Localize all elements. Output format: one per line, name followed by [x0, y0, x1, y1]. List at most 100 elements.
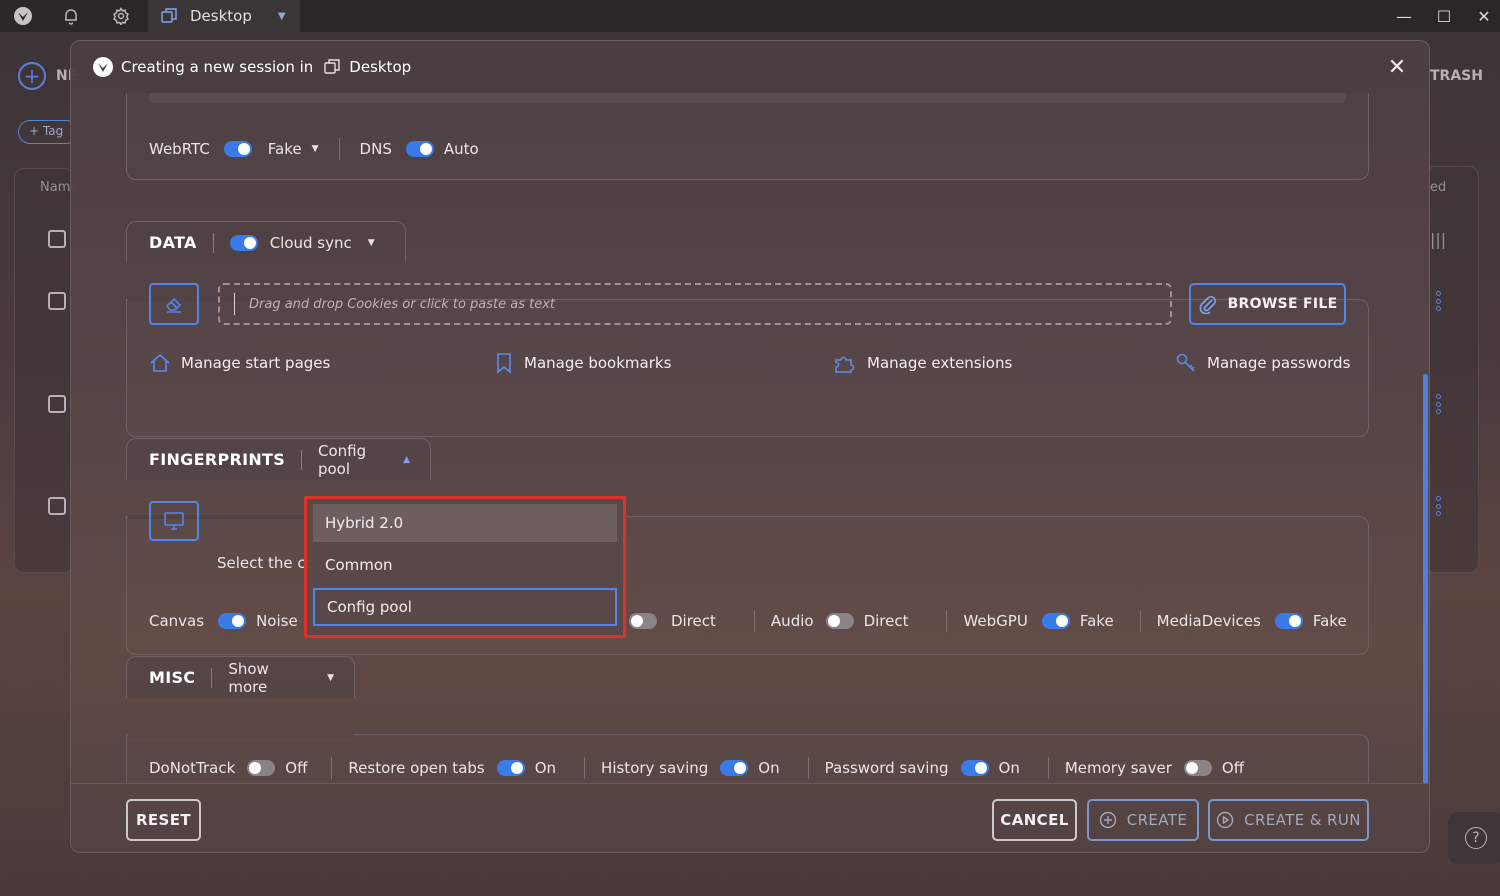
history-value: On	[758, 759, 780, 777]
chevron-up-icon[interactable]: ▲	[403, 455, 410, 465]
columns-icon[interactable]: |||	[1430, 230, 1446, 249]
memory-saver-label: Memory saver	[1064, 759, 1172, 777]
webrtc-toggle[interactable]	[223, 141, 252, 157]
fingerprint-mode-select[interactable]: Config pool	[318, 442, 393, 478]
webrtc-value[interactable]: Fake	[268, 140, 302, 158]
canvas-row: Canvas Noise	[149, 609, 298, 633]
webgpu-toggle[interactable]	[1041, 613, 1070, 629]
create-button[interactable]: CREATE	[1087, 799, 1199, 841]
row-checkbox[interactable]	[48, 497, 66, 515]
gear-icon[interactable]	[98, 0, 144, 32]
tag-filter-button[interactable]: + Tag	[18, 120, 78, 144]
audio-toggle[interactable]	[825, 613, 854, 629]
chevron-down-icon[interactable]: ▼	[278, 11, 286, 22]
dns-toggle[interactable]	[405, 141, 434, 157]
password-saving-label: Password saving	[824, 759, 949, 777]
webgpu-value: Fake	[1079, 612, 1114, 630]
manage-extensions-label: Manage extensions	[867, 354, 1013, 372]
manage-extensions-link[interactable]: Manage extensions	[833, 352, 1012, 374]
webgl-toggle[interactable]	[629, 613, 657, 629]
app-logo-icon[interactable]	[0, 0, 46, 32]
config-select-button[interactable]	[149, 501, 199, 541]
password-saving-toggle[interactable]	[960, 760, 989, 776]
clear-cookies-button[interactable]	[149, 283, 199, 325]
divider	[1139, 610, 1141, 632]
trash-label[interactable]: TRASH	[1430, 68, 1483, 84]
divider	[301, 449, 302, 470]
misc-toggles-row: DoNotTrack Off Restore open tabs On Hist…	[149, 756, 1244, 780]
row-checkbox[interactable]	[48, 395, 66, 413]
memory-saver-value: Off	[1221, 759, 1245, 777]
cancel-button[interactable]: CANCEL	[992, 799, 1077, 841]
manage-passwords-label: Manage passwords	[1207, 354, 1351, 372]
minimize-button[interactable]: —	[1384, 0, 1424, 32]
dns-label: DNS	[359, 140, 392, 158]
webrtc-label: WebRTC	[149, 140, 210, 158]
dropdown-option-hybrid[interactable]: Hybrid 2.0	[313, 504, 617, 542]
close-window-button[interactable]: ✕	[1464, 0, 1500, 32]
row-menu-icon[interactable]	[1435, 496, 1441, 516]
memory-saver-toggle[interactable]	[1183, 760, 1212, 776]
help-icon: ?	[1465, 827, 1487, 849]
chevron-down-icon[interactable]: ▼	[312, 144, 319, 154]
cookies-drop-placeholder: Drag and drop Cookies or click to paste …	[249, 296, 556, 312]
workspace-tab[interactable]: Desktop ▼	[148, 0, 300, 32]
monitor-icon	[164, 512, 184, 530]
dropdown-option-common[interactable]: Common	[313, 546, 617, 584]
title-bar: Desktop ▼ — ☐ ✕	[0, 0, 1500, 32]
puzzle-icon	[835, 356, 855, 373]
divider	[338, 138, 340, 160]
mediadevices-value: Fake	[1312, 612, 1347, 630]
restore-tabs-value: On	[534, 759, 557, 777]
cloud-sync-label[interactable]: Cloud sync	[270, 234, 352, 252]
app-logo-icon	[93, 57, 113, 77]
restore-tabs-toggle[interactable]	[496, 760, 525, 776]
manage-bookmarks-label: Manage bookmarks	[524, 354, 672, 372]
manage-passwords-link[interactable]: Manage passwords	[1175, 352, 1350, 374]
misc-section-title: MISC	[149, 668, 196, 687]
restore-tabs-label: Restore open tabs	[348, 759, 485, 777]
row-menu-icon[interactable]	[1435, 394, 1441, 414]
maximize-button[interactable]: ☐	[1424, 0, 1464, 32]
create-session-modal: Creating a new session in Desktop ✕ WebR…	[70, 40, 1430, 853]
help-button[interactable]: ?	[1448, 812, 1500, 864]
row-checkbox[interactable]	[48, 292, 66, 310]
network-row: WebRTC Fake ▼ DNS Auto	[149, 137, 479, 161]
paperclip-icon	[1199, 295, 1216, 314]
fingerprint-toggles-row: Direct Audio Direct WebGPU Fake MediaDev…	[629, 609, 1347, 633]
close-modal-button[interactable]: ✕	[1385, 55, 1409, 80]
select-config-label-row: Select the cc	[217, 551, 314, 575]
cloud-sync-toggle[interactable]	[229, 234, 258, 251]
bell-icon[interactable]	[48, 0, 94, 32]
dropdown-option-config-pool[interactable]: Config pool	[313, 588, 617, 626]
mediadevices-toggle[interactable]	[1274, 613, 1303, 629]
chevron-down-icon[interactable]: ▼	[368, 238, 375, 248]
manage-start-pages-label: Manage start pages	[181, 354, 331, 372]
new-session-icon[interactable]: +	[18, 62, 46, 90]
modal-scroll-area[interactable]: WebRTC Fake ▼ DNS Auto DATA Cloud sync ▼	[71, 93, 1429, 783]
manage-start-pages-link[interactable]: Manage start pages	[149, 352, 330, 374]
workspace-tab-label: Desktop	[190, 7, 252, 25]
modal-scrollbar[interactable]	[1423, 374, 1428, 784]
select-all-checkbox[interactable]	[48, 230, 66, 248]
row-menu-icon[interactable]	[1435, 291, 1441, 311]
history-toggle[interactable]	[720, 760, 749, 776]
tag-label: Tag	[42, 124, 64, 138]
chevron-down-icon[interactable]: ▼	[327, 673, 334, 683]
cookies-drop-zone[interactable]: Drag and drop Cookies or click to paste …	[218, 283, 1172, 325]
canvas-toggle[interactable]	[218, 613, 247, 629]
manage-bookmarks-link[interactable]: Manage bookmarks	[494, 352, 671, 374]
donottrack-value: Off	[285, 759, 308, 777]
donottrack-toggle[interactable]	[247, 760, 276, 776]
mediadevices-label: MediaDevices	[1156, 612, 1261, 630]
create-and-run-button[interactable]: CREATE & RUN	[1208, 799, 1369, 841]
reset-button[interactable]: RESET	[126, 799, 201, 841]
divider	[946, 610, 948, 632]
webgpu-label: WebGPU	[963, 612, 1028, 630]
show-more-toggle[interactable]: Show more	[228, 660, 311, 696]
browse-file-button[interactable]: BROWSE FILE	[1189, 283, 1346, 325]
data-section-tab: DATA Cloud sync ▼	[126, 221, 406, 263]
audio-value: Direct	[863, 612, 909, 630]
select-config-label: Select the cc	[217, 554, 314, 572]
donottrack-label: DoNotTrack	[149, 759, 236, 777]
